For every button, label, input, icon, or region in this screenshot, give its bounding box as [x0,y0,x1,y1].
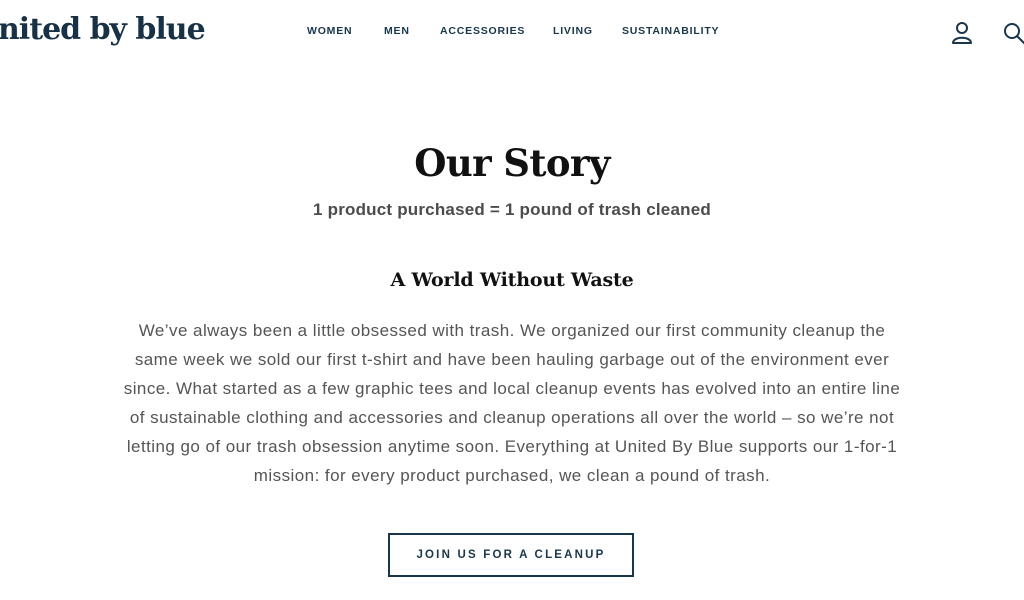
page-title: Our Story [414,140,610,185]
join-cleanup-button[interactable]: JOIN US FOR A CLEANUP [388,533,634,577]
section-title: A World Without Waste [390,268,634,291]
story-content: Our Story 1 product purchased = 1 pound … [0,0,1024,600]
join-cleanup-label: JOIN US FOR A CLEANUP [416,549,606,561]
story-paragraph: We’ve always been a little obsessed with… [123,321,901,485]
mission-tagline: 1 product purchased = 1 pound of trash c… [313,200,711,219]
